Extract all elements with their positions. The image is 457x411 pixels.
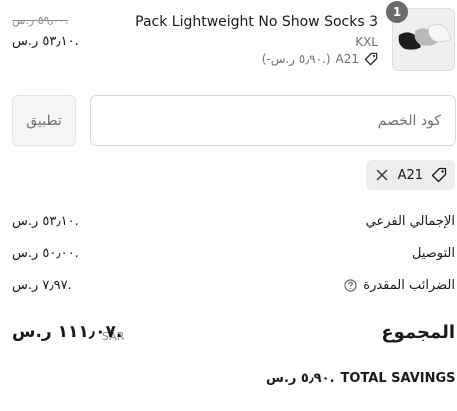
total-value: ١١١٫٠٧ ر.س. [12,322,123,342]
taxes-row-label: الضرائب المقدرة [344,278,455,293]
applied-code-label: A21 [397,167,423,183]
savings-value: ٥٫٩٠ ر.س. [266,370,335,386]
subtotal-value: ٥٣٫١٠ ر.س. [12,214,79,229]
tag-icon [364,52,378,66]
tag-icon [431,167,447,183]
total-savings: ٥٫٩٠ ر.س. TOTAL SAVINGS [266,370,457,386]
quantity-badge: 1 [386,1,408,23]
shipping-value: ٥٠٫٠٠ ر.س. [12,246,79,261]
help-circle-icon[interactable] [344,279,357,292]
discounted-price: ٥٣٫١٠ ر.س. [12,34,79,49]
subtotal-label: الإجمالي الفرعي [365,214,455,229]
line-discount: (-٥٫٩٠ ر.س.) A21 [262,52,378,66]
taxes-label: الضرائب المقدرة [363,278,455,293]
original-price: ٥٩٫٠٠ ر.س. [12,14,69,27]
close-icon [376,169,387,181]
line-discount-amount: (-٥٫٩٠ ر.س.) [261,52,331,66]
total-label: المجموع [381,322,455,343]
savings-label: TOTAL SAVINGS [340,370,456,386]
taxes-value: ٧٫٩٧ ر.س. [12,278,72,293]
shipping-label: التوصيل [411,246,455,261]
remove-code-button[interactable] [374,167,390,183]
product-name: Pack Lightweight No Show Socks 3 [135,14,378,30]
applied-code-chip: A21 [365,160,455,190]
line-discount-code: A21 [335,52,359,66]
discount-code-input[interactable] [90,95,456,146]
product-variant: KXL [355,35,378,49]
apply-button[interactable]: تطبيق [12,95,76,146]
